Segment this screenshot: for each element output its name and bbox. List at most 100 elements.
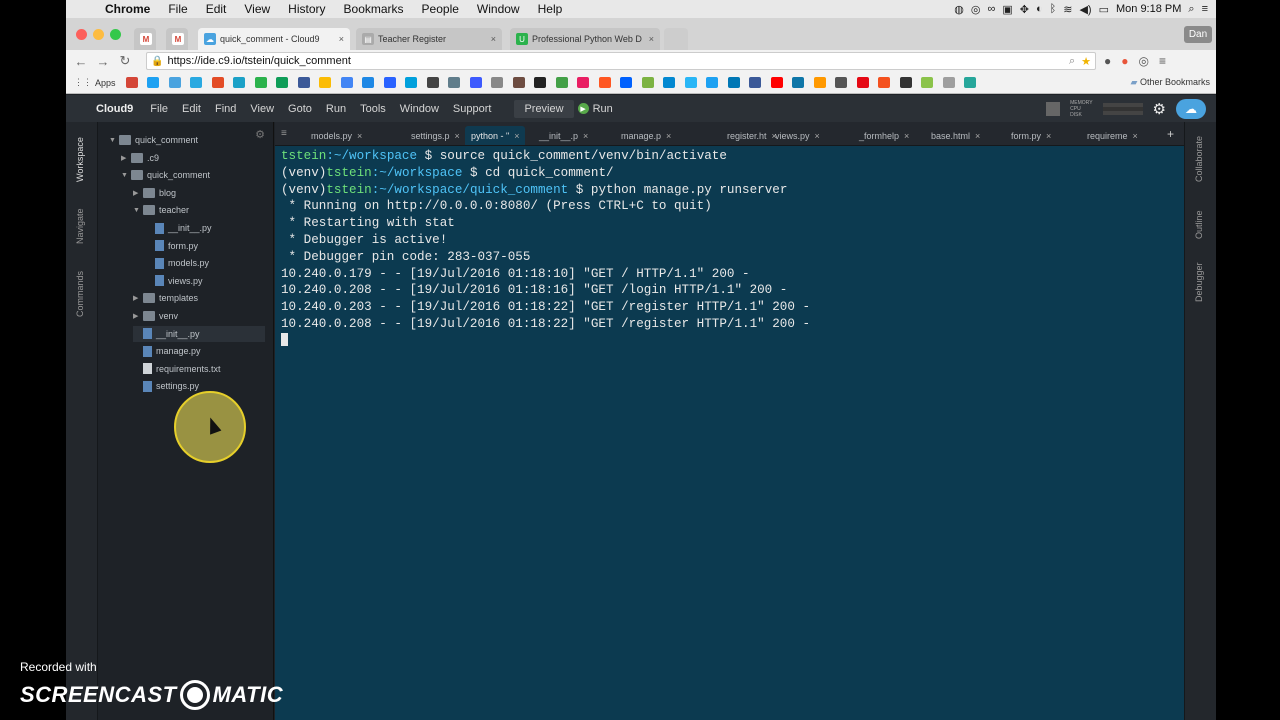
github-icon[interactable]	[534, 77, 547, 88]
editor-tab[interactable]: views.py ×	[775, 126, 820, 145]
extension-icon[interactable]: ●	[1121, 54, 1128, 68]
editor-tab[interactable]: base.html ×	[931, 126, 980, 145]
forward-icon[interactable]: →	[92, 54, 114, 69]
extension-icon[interactable]: ●	[1104, 54, 1111, 68]
linkedin-icon[interactable]	[727, 77, 740, 88]
twitter-icon[interactable]	[706, 77, 719, 88]
bookmark-icon[interactable]	[835, 77, 848, 88]
profile-button[interactable]: Dan	[1184, 26, 1212, 43]
collaborator-avatar[interactable]	[1046, 101, 1061, 116]
bookmark-icon[interactable]	[641, 77, 654, 88]
menubar-item-history[interactable]: History	[279, 2, 334, 16]
expand-arrow-icon[interactable]: ▼	[109, 137, 119, 144]
editor-tab[interactable]: models.py ×	[311, 126, 362, 145]
close-tab-icon[interactable]: ×	[335, 34, 344, 44]
ide-menu-view[interactable]: View	[243, 103, 281, 115]
zoom-window-icon[interactable]	[110, 29, 121, 40]
menubar-item-window[interactable]: Window	[468, 2, 529, 16]
bookmark-star-icon[interactable]: ★	[1081, 55, 1091, 68]
bookmark-icon[interactable]	[512, 77, 525, 88]
tree-item[interactable]: ▶ .c9	[121, 150, 159, 166]
bookmark-icon[interactable]	[190, 77, 203, 88]
close-tab-icon[interactable]: ×	[1046, 131, 1051, 141]
bookmark-icon[interactable]	[878, 77, 891, 88]
menubar-item-help[interactable]: Help	[529, 2, 572, 16]
close-tab-icon[interactable]: ×	[815, 131, 820, 141]
amazon-icon[interactable]	[813, 77, 826, 88]
panel-tab-commands[interactable]: Commands	[75, 271, 85, 317]
bookmark-icon[interactable]	[276, 77, 289, 88]
expand-arrow-icon[interactable]: ▼	[121, 172, 131, 179]
apps-shortcut[interactable]: ⋮⋮ Apps	[74, 77, 116, 88]
bookmark-icon[interactable]	[405, 77, 418, 88]
ide-menu-edit[interactable]: Edit	[175, 103, 208, 115]
wifi-icon[interactable]: ≋	[1063, 3, 1072, 16]
tree-item[interactable]: ▼ quick_comment	[109, 132, 198, 148]
facebook-icon[interactable]	[749, 77, 762, 88]
other-bookmarks[interactable]: ▰ Other Bookmarks	[1131, 77, 1216, 88]
tree-item[interactable]: ▶ venv	[133, 308, 178, 324]
bookmark-icon[interactable]	[319, 77, 332, 88]
editor-tab[interactable]: python - " ×	[465, 126, 526, 145]
bookmark-icon[interactable]	[340, 77, 353, 88]
bookmark-icon[interactable]	[577, 77, 590, 88]
editor-tab[interactable]: __init__.p ×	[539, 126, 588, 145]
menubar-clock[interactable]: Mon 9:18 PM	[1116, 3, 1181, 15]
collapse-arrow-icon[interactable]: ▶	[133, 294, 143, 302]
terminal-input-line[interactable]	[281, 332, 1184, 350]
tree-item[interactable]: __init__.py	[145, 220, 212, 236]
editor-tab[interactable]: form.py ×	[1011, 126, 1051, 145]
tree-item[interactable]: form.py	[145, 238, 198, 254]
bookmark-icon[interactable]	[792, 77, 805, 88]
status-icon[interactable]: ◎	[971, 3, 981, 16]
menubar-item-people[interactable]: People	[413, 2, 468, 16]
notification-center-icon[interactable]: ≡	[1202, 3, 1208, 15]
menubar-app-name[interactable]: Chrome	[96, 2, 159, 16]
resource-meter[interactable]: MEMORY CPU DISK	[1070, 100, 1092, 118]
collapse-arrow-icon[interactable]: ▶	[133, 189, 143, 197]
close-tab-icon[interactable]: ×	[666, 131, 671, 141]
bookmark-icon[interactable]	[942, 77, 955, 88]
menubar-item-view[interactable]: View	[235, 2, 279, 16]
bookmark-icon[interactable]	[297, 77, 310, 88]
bookmark-icon[interactable]	[899, 77, 912, 88]
bookmark-icon[interactable]	[598, 77, 611, 88]
ide-menu-find[interactable]: Find	[208, 103, 243, 115]
run-button[interactable]: ▶ Run	[577, 103, 613, 115]
ide-menu-goto[interactable]: Goto	[281, 103, 319, 115]
extension-icon[interactable]: ◎	[1139, 54, 1149, 68]
collapse-arrow-icon[interactable]: ▶	[133, 312, 143, 320]
tree-item[interactable]: manage.py	[133, 343, 201, 359]
bookmark-icon[interactable]	[555, 77, 568, 88]
editor-tab[interactable]: manage.p ×	[621, 126, 671, 145]
new-tab-button[interactable]	[664, 28, 688, 50]
tree-item[interactable]: ▶ blog	[133, 185, 176, 201]
editor-tab[interactable]: requireme ×	[1087, 126, 1138, 145]
editor-tab[interactable]: register.ht ×	[727, 126, 777, 145]
panel-tab-navigate[interactable]: Navigate	[75, 208, 85, 244]
youtube-icon[interactable]	[770, 77, 783, 88]
battery-icon[interactable]: ▭	[1099, 3, 1109, 16]
close-tab-icon[interactable]: ×	[455, 131, 460, 141]
status-icon[interactable]: ▣	[1002, 3, 1012, 16]
tree-item[interactable]: requirements.txt	[133, 361, 221, 377]
bookmark-icon[interactable]	[168, 77, 181, 88]
new-tab-plus-icon[interactable]: +	[1167, 127, 1174, 141]
reload-icon[interactable]: ↻	[114, 53, 136, 69]
expand-arrow-icon[interactable]: ▼	[133, 207, 143, 214]
browser-tab-cloud9[interactable]: ☁ quick_comment - Cloud9 ×	[198, 28, 350, 50]
bookmark-icon[interactable]	[663, 77, 676, 88]
bookmark-icon[interactable]	[491, 77, 504, 88]
netflix-icon[interactable]	[856, 77, 869, 88]
bookmark-icon[interactable]	[684, 77, 697, 88]
bookmark-icon[interactable]	[426, 77, 439, 88]
bookmark-icon[interactable]	[147, 77, 160, 88]
tree-item[interactable]: ▶ templates	[133, 290, 198, 306]
tree-item[interactable]: ▼ teacher	[133, 202, 189, 218]
pinned-tab-gmail[interactable]: M	[166, 28, 188, 50]
preview-button[interactable]: Preview	[514, 99, 574, 118]
bookmark-icon[interactable]	[448, 77, 461, 88]
minimize-window-icon[interactable]	[93, 29, 104, 40]
bookmark-icon[interactable]	[469, 77, 482, 88]
close-tab-icon[interactable]: ×	[975, 131, 980, 141]
